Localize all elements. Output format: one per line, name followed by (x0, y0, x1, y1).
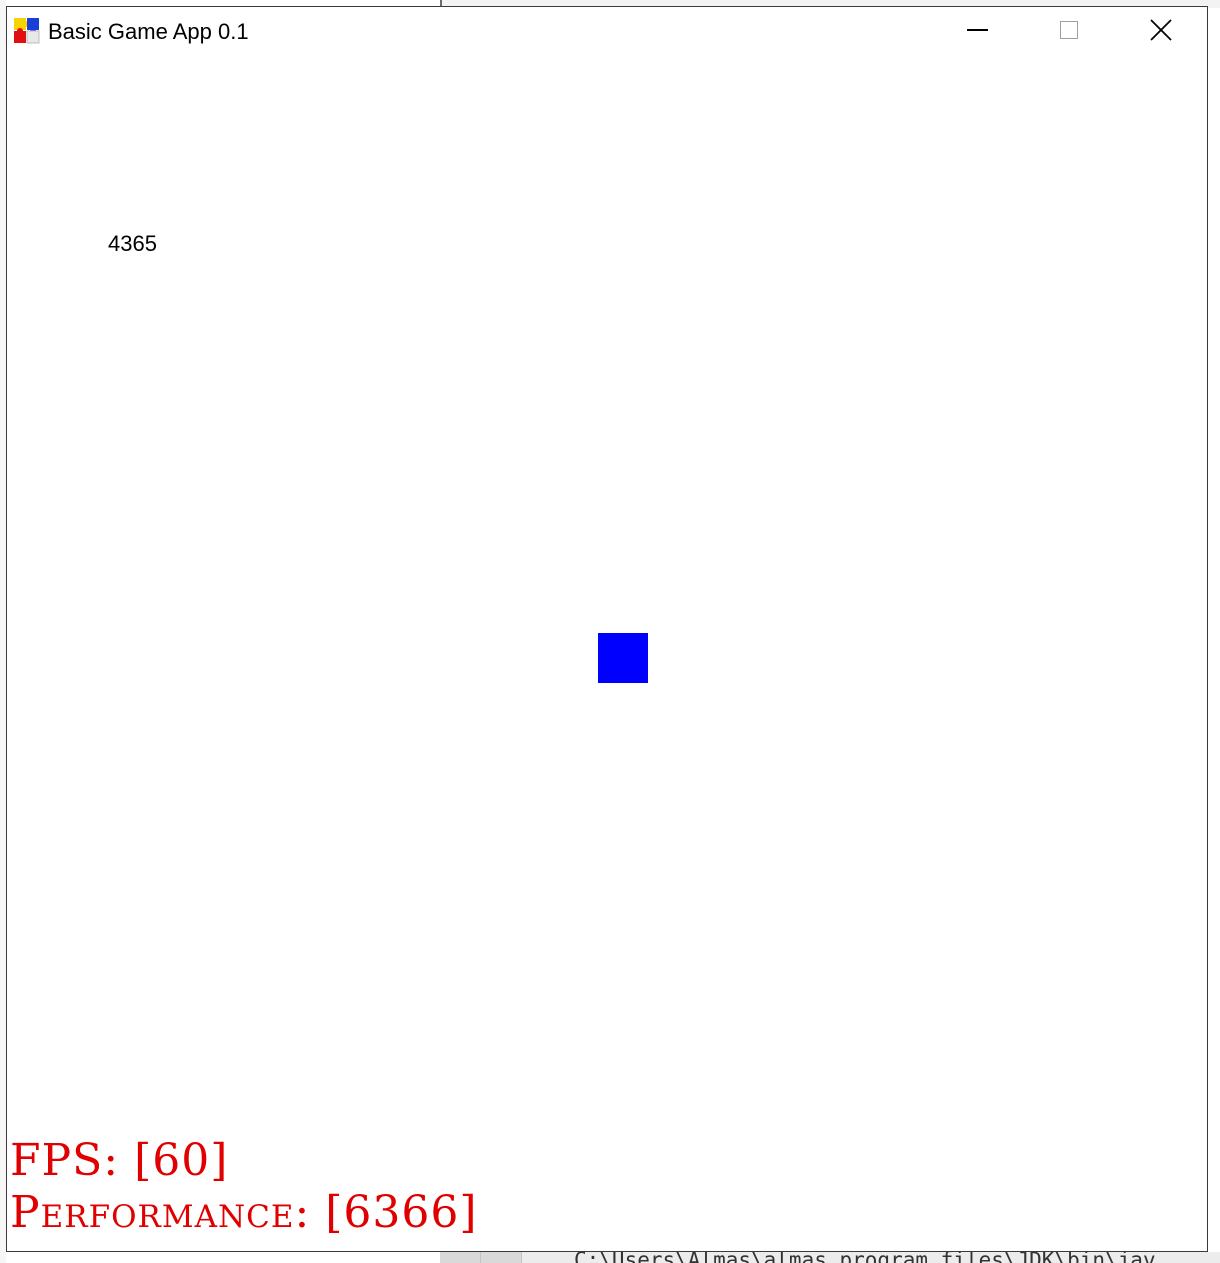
maximize-button[interactable] (1023, 7, 1115, 53)
window-title: Basic Game App 0.1 (48, 19, 249, 44)
score-counter: 4365 (108, 231, 157, 256)
background-tool-button (481, 1252, 522, 1263)
puzzle-piece-icon (14, 18, 40, 44)
player-square (598, 633, 648, 683)
background-console-strip: C:\Users\Almas\almas program files\JDK\b… (440, 1252, 1220, 1263)
close-icon (1150, 19, 1172, 41)
performance-readout: Performance: [6366] (10, 1187, 478, 1238)
game-canvas[interactable]: 4365 FPS: [60] Performance: [6366] (7, 55, 1207, 1251)
game-window: Basic Game App 0.1 4365 FPS: [60] Perfor… (6, 6, 1208, 1252)
maximize-icon (1060, 21, 1078, 39)
title-bar[interactable]: Basic Game App 0.1 (7, 7, 1207, 55)
background-run-button (440, 1252, 481, 1263)
minimize-button[interactable] (931, 7, 1023, 53)
fps-readout: FPS: [60] (10, 1135, 229, 1186)
background-console-text: C:\Users\Almas\almas program files\JDK\b… (574, 1252, 1156, 1263)
close-button[interactable] (1115, 7, 1207, 53)
minimize-icon (966, 29, 988, 31)
